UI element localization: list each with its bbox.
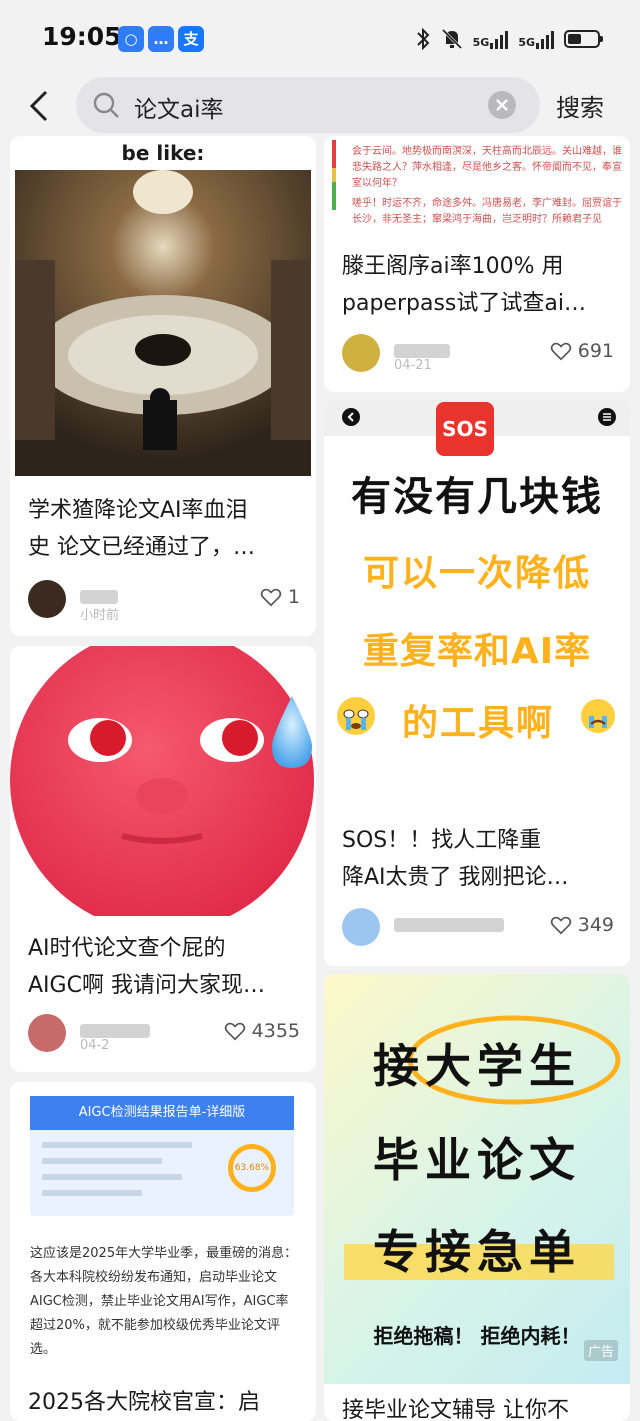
crying-face-icon [337, 697, 375, 735]
cover-line-3: 重复率和AI率 [362, 631, 592, 672]
author-name[interactable] [80, 590, 118, 604]
search-header: 论文ai率 搜索 [0, 74, 640, 144]
avatar[interactable] [28, 580, 66, 618]
feed-card-4[interactable]: 会于云间。地势极而南溟深，天柱高而北辰远。关山难越，谁悲失路之人？萍水相逢，尽是… [324, 136, 630, 392]
post-date: 小时前 [80, 608, 120, 623]
sos-icon: SOS [436, 402, 494, 456]
ad-line-1: 接大学生 [373, 1039, 581, 1093]
search-query: 论文ai率 [134, 97, 224, 123]
cover-line-4: 的工具啊 [401, 703, 554, 744]
mute-bell-icon [441, 28, 462, 50]
status-bar: 19:05 ○ … 支 5G 5G [0, 0, 640, 74]
cover-image-report: AIGC检测结果报告单-详细版 63.68% [30, 1096, 294, 1216]
post-date: 04-2 [80, 1038, 110, 1053]
cover-image-sos: SOS 有没有几块钱 可以一次降低 重复率和AI率 的工具啊 [324, 400, 630, 810]
search-input[interactable]: 论文ai率 [76, 77, 540, 133]
back-arrow-icon[interactable] [22, 86, 62, 126]
card-meta: 04-2 4355 [28, 1014, 300, 1054]
battery-icon [564, 30, 603, 48]
cover-line-1: 有没有几块钱 [351, 474, 603, 520]
feed-card-6-ad[interactable]: 接大学生 毕业论文 专接急单 拒绝拖稿！ 拒绝内耗！ 广告 接毕业论文辅导 让你… [324, 974, 630, 1421]
ai-rate-gauge: 63.68% [228, 1144, 276, 1192]
card-meta: 小时前 1 [28, 580, 300, 623]
ad-line-2: 毕业论文 [373, 1133, 581, 1187]
like-button[interactable]: 691 [550, 340, 614, 362]
heart-icon [224, 1022, 245, 1041]
cover-image-sweating-moon [10, 646, 316, 916]
signal-2: 5G [518, 29, 554, 49]
prev-icon [342, 408, 360, 426]
cover-image-ad: 接大学生 毕业论文 专接急单 拒绝拖稿！ 拒绝内耗！ 广告 [324, 974, 630, 1384]
like-button[interactable]: 349 [550, 914, 614, 936]
avatar[interactable] [342, 908, 380, 946]
clear-icon[interactable] [488, 91, 516, 119]
poem-excerpt-1: 会于云间。地势极而南溟深，天柱高而北辰远。关山难越，谁悲失路之人？萍水相逢，尽是… [352, 146, 622, 189]
author-name[interactable] [394, 344, 450, 358]
sad-face-icon [581, 699, 615, 733]
ad-line-3: 专接急单 [373, 1225, 581, 1279]
heart-icon [550, 916, 571, 935]
meme-caption: be like: [121, 141, 205, 165]
author-name[interactable] [394, 918, 504, 932]
app-icon-1: ○ [118, 26, 144, 52]
search-icon [93, 92, 119, 118]
status-time: 19:05 [42, 22, 122, 51]
app-icon-2: … [148, 26, 174, 52]
feed-card-3[interactable]: AIGC检测结果报告单-详细版 63.68% 这应该是2025年大学毕业季，最重… [10, 1082, 316, 1421]
feed-card-2[interactable]: AI时代论文查个屁的 AIGC啊 我请问大家现… 04-2 4355 [10, 646, 316, 1072]
ad-badge: 广告 [583, 1340, 618, 1361]
card-title: SOS！！找人工降重 降AI太贵了 我刚把论… [342, 828, 569, 890]
poem-excerpt-2: 嗟乎！时运不齐，命途多舛。冯唐易老，李广难封。屈贾谊于长沙，非无圣主；窜梁鸿于海… [352, 198, 622, 225]
card-title: 接毕业论文辅导 让你不 [342, 1398, 569, 1421]
card-title: AI时代论文查个屁的 AIGC啊 我请问大家现… [28, 936, 265, 998]
card-title: 学术猹降论文AI率血泪 史 论文已经通过了，… [28, 498, 255, 560]
card-meta: 349 [342, 908, 614, 948]
feed-card-5[interactable]: SOS 有没有几块钱 可以一次降低 重复率和AI率 的工具啊 SOS！！找人工降… [324, 400, 630, 966]
card-meta: 04-21 691 [342, 334, 614, 374]
cover-line-2: 可以一次降低 [362, 553, 591, 594]
signal-1: 5G [473, 29, 509, 49]
card-title: 滕王阁序ai率100% 用 paperpass试了试查ai… [342, 254, 586, 316]
like-button[interactable]: 4355 [224, 1020, 300, 1042]
avatar[interactable] [28, 1014, 66, 1052]
heart-icon [550, 342, 571, 361]
report-description: 这应该是2025年大学毕业季，最重磅的消息：各大本科院校纷纷发布通知，启动毕业论… [30, 1246, 298, 1357]
feed-card-1[interactable]: be like: 学术猹降论文AI率血泪 史 论文已经通过了，… 小时前 1 [10, 136, 316, 636]
card-title: 2025各大院校官宣：启 [28, 1390, 260, 1415]
avatar[interactable] [342, 334, 380, 372]
search-button[interactable]: 搜索 [556, 88, 604, 123]
author-name[interactable] [80, 1024, 150, 1038]
menu-icon [598, 408, 616, 426]
cover-image-library [15, 170, 311, 476]
heart-icon [260, 588, 282, 607]
bluetooth-icon [416, 27, 430, 51]
like-button[interactable]: 1 [260, 586, 300, 608]
alipay-icon: 支 [178, 26, 204, 52]
post-date: 04-21 [394, 358, 432, 373]
report-title: AIGC检测结果报告单-详细版 [30, 1096, 294, 1130]
